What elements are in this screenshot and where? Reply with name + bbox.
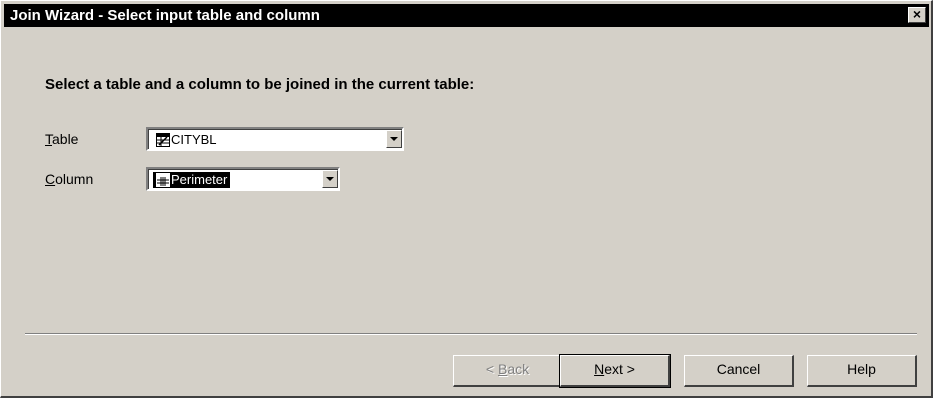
column-label: Column	[45, 171, 94, 187]
table-dropdown-arrow[interactable]	[386, 130, 402, 148]
window-title: Join Wizard - Select input table and col…	[10, 7, 320, 24]
table-label: Table	[45, 131, 79, 147]
column-dropdown[interactable]: Perimeter	[146, 167, 340, 191]
title-bar[interactable]: Join Wizard - Select input table and col…	[4, 4, 929, 27]
separator	[25, 333, 917, 335]
table-value: CITYBL	[153, 132, 220, 148]
column-value: Perimeter	[153, 172, 231, 188]
help-button[interactable]: Help	[807, 355, 917, 387]
back-button[interactable]: < Back	[453, 355, 563, 387]
instruction-text: Select a table and a column to be joined…	[45, 76, 475, 93]
join-wizard-dialog: Join Wizard - Select input table and col…	[0, 0, 933, 398]
cancel-button[interactable]: Cancel	[684, 355, 794, 387]
table-dropdown[interactable]: CITYBL	[146, 127, 404, 151]
table-icon	[156, 133, 170, 147]
next-button[interactable]: Next >	[559, 354, 671, 388]
column-dropdown-arrow[interactable]	[322, 170, 338, 188]
close-icon: ×	[912, 6, 922, 22]
close-button[interactable]: ×	[908, 7, 926, 23]
column-icon	[156, 173, 170, 187]
